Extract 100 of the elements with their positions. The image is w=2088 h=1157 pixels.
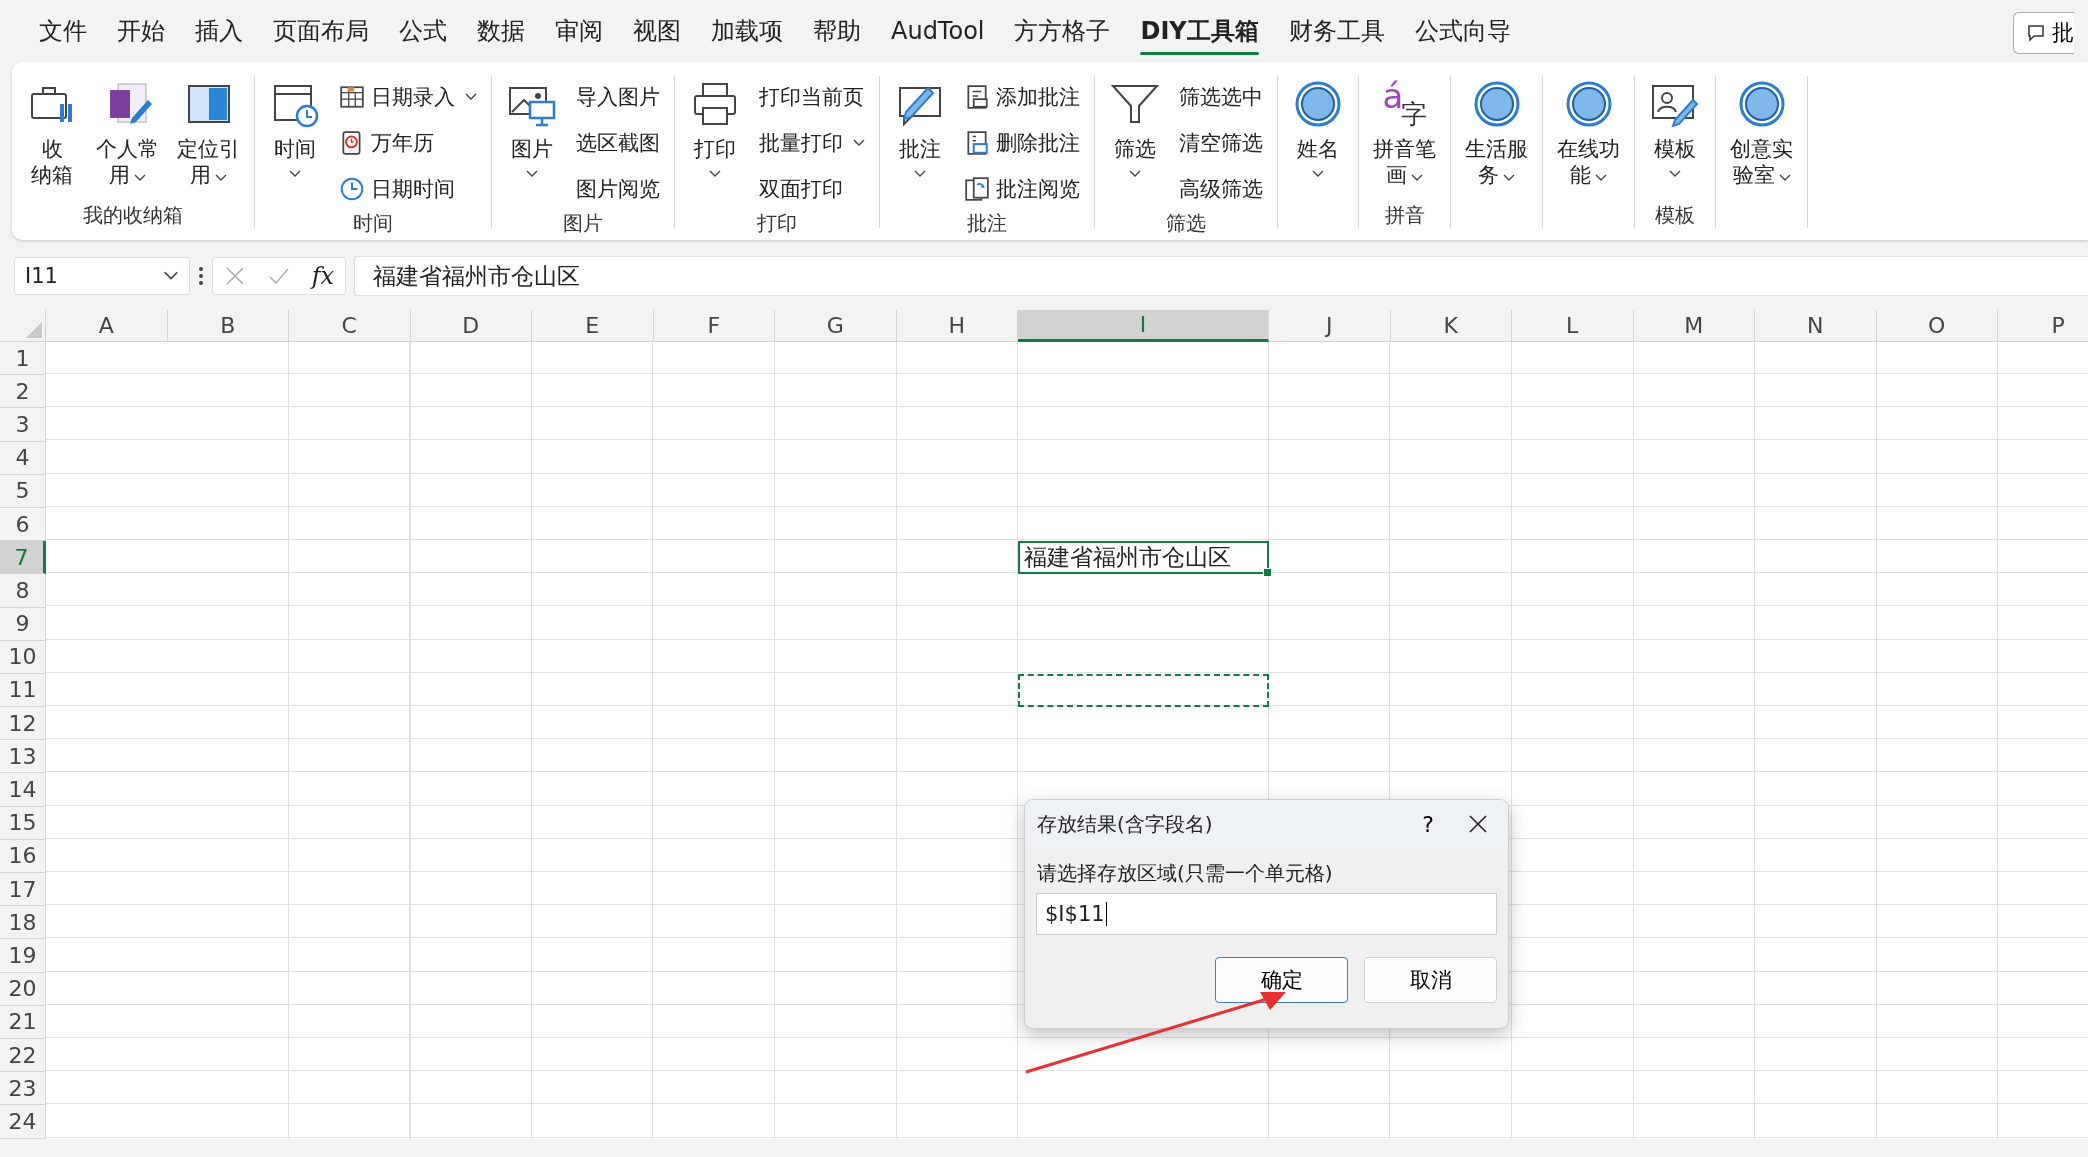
row-header[interactable]: 15 — [0, 806, 46, 840]
row-header[interactable]: 6 — [0, 507, 46, 542]
column-header[interactable]: J — [1269, 310, 1391, 342]
ribbon-tab[interactable]: 审阅 — [540, 9, 618, 53]
column-header[interactable]: A — [46, 310, 168, 342]
row-header[interactable]: 13 — [0, 740, 46, 774]
row-header[interactable]: 17 — [0, 873, 46, 907]
row-header[interactable]: 18 — [0, 906, 46, 940]
group-label: 打印 — [756, 210, 798, 236]
group-label: 拼音 — [1383, 202, 1426, 228]
cancel-icon[interactable] — [223, 265, 246, 287]
column-header[interactable]: G — [775, 310, 897, 342]
ribbon-button[interactable]: 万年历 — [333, 122, 483, 164]
more-icon[interactable] — [198, 265, 204, 287]
ribbon-button[interactable]: 添加批注 — [958, 76, 1086, 118]
ribbon-button[interactable]: 个人常 用 — [90, 76, 165, 190]
ribbon-button[interactable]: 双面打印 — [753, 168, 871, 210]
ribbon-button[interactable]: 图片阅览 — [570, 168, 666, 210]
row-header[interactable]: 21 — [0, 1005, 46, 1039]
row-header[interactable]: 9 — [0, 607, 46, 641]
column-header[interactable]: C — [289, 310, 411, 342]
column-header[interactable]: L — [1512, 310, 1634, 342]
range-field[interactable]: $I$11 — [1036, 893, 1497, 935]
comments-button[interactable]: 批 — [2013, 12, 2074, 54]
ribbon-tab[interactable]: 视图 — [618, 9, 696, 53]
tool-icon — [339, 176, 365, 202]
group-label: 筛选 — [1165, 210, 1207, 236]
row-header[interactable]: 16 — [0, 839, 46, 873]
ribbon-button[interactable]: 批量打印 — [753, 122, 871, 164]
row-header[interactable]: 5 — [0, 474, 46, 508]
ribbon-button[interactable]: 打印当前页 — [753, 76, 871, 118]
ribbon-tab[interactable]: 文件 — [24, 9, 102, 53]
caret-icon — [163, 271, 179, 281]
column-header[interactable]: B — [167, 310, 289, 342]
ribbon-button[interactable]: 批注阅览 — [958, 168, 1086, 210]
row-header[interactable]: 12 — [0, 707, 46, 741]
row-header[interactable]: 23 — [0, 1072, 46, 1106]
ribbon-button[interactable]: 高级筛选 — [1173, 168, 1269, 210]
ribbon-tab[interactable]: AudTool — [876, 11, 1000, 51]
ribbon-button[interactable]: 批注 — [888, 76, 952, 180]
ribbon-tab[interactable]: 插入 — [180, 9, 258, 53]
row-header[interactable]: 24 — [0, 1105, 46, 1139]
ribbon-button[interactable]: 姓名 — [1286, 76, 1350, 180]
ribbon-button[interactable]: 删除批注 — [958, 122, 1086, 164]
ribbon-tab[interactable]: 公式向导 — [1399, 9, 1526, 53]
row-header[interactable]: 20 — [0, 972, 46, 1006]
ribbon-tab[interactable]: 方方格子 — [999, 9, 1126, 53]
insert-function-button[interactable]: fx — [311, 262, 335, 290]
column-header[interactable]: H — [896, 310, 1018, 342]
row-header[interactable]: 1 — [0, 342, 46, 376]
row-header[interactable]: 14 — [0, 773, 46, 807]
ribbon-tab[interactable]: 开始 — [102, 9, 180, 53]
ribbon-tab[interactable]: 数据 — [462, 9, 540, 53]
ribbon-tab[interactable]: 页面布局 — [258, 9, 384, 53]
column-header[interactable]: D — [410, 310, 532, 342]
column-header[interactable]: E — [532, 310, 654, 342]
ribbon-tab[interactable]: 财务工具 — [1273, 9, 1400, 53]
ribbon-button[interactable]: 日期时间 — [333, 168, 483, 210]
row-header[interactable]: 22 — [0, 1038, 46, 1073]
ribbon-tab[interactable]: 加载项 — [696, 9, 798, 53]
column-header[interactable]: K — [1390, 310, 1512, 342]
column-header[interactable]: O — [1876, 310, 1998, 342]
column-header[interactable]: N — [1755, 310, 1877, 342]
ribbon-button[interactable]: 在线功 能 — [1551, 76, 1626, 190]
ribbon-button[interactable]: 清空筛选 — [1173, 122, 1269, 164]
active-cell[interactable]: 福建省福州市仓山区 — [1018, 541, 1269, 575]
formula-field[interactable]: 福建省福州市仓山区 — [354, 256, 2088, 296]
row-header[interactable]: 10 — [0, 640, 46, 674]
ok-button[interactable]: 确定 — [1215, 957, 1348, 1003]
ribbon-button[interactable]: 时间 — [263, 76, 327, 180]
ribbon-button[interactable]: 创意实 验室 — [1724, 76, 1799, 190]
row-header[interactable]: 19 — [0, 939, 46, 973]
name-box[interactable]: I11 — [14, 257, 190, 295]
ribbon-button[interactable]: 收 纳箱 — [20, 76, 84, 190]
ribbon-button[interactable]: 模板 — [1643, 76, 1707, 180]
ribbon-tab[interactable]: DIY工具箱 — [1125, 9, 1274, 53]
ribbon-button[interactable]: 筛选 — [1103, 76, 1167, 180]
fill-handle[interactable] — [1263, 568, 1272, 578]
column-header[interactable]: F — [653, 310, 775, 342]
help-button[interactable]: ? — [1408, 810, 1448, 838]
column-header[interactable]: M — [1633, 310, 1755, 342]
column-header[interactable]: P — [1998, 310, 2088, 342]
ribbon-button[interactable]: 筛选选中 — [1173, 76, 1269, 118]
triangle-icon — [26, 322, 42, 338]
ribbon-button[interactable]: 定位引 用 — [171, 76, 246, 190]
cancel-button[interactable]: 取消 — [1364, 957, 1497, 1003]
ribbon-button[interactable]: 图片 — [500, 76, 564, 180]
ribbon-tab[interactable]: 公式 — [384, 9, 462, 53]
ribbon-button[interactable]: 日期录入 — [333, 76, 483, 118]
ribbon-button[interactable]: 生活服 务 — [1459, 76, 1534, 190]
row-header[interactable]: 4 — [0, 441, 46, 475]
ribbon-button[interactable]: 导入图片 — [570, 76, 666, 118]
tool-icon — [964, 130, 990, 156]
ribbon-tab[interactable]: 帮助 — [798, 9, 876, 53]
row-header[interactable]: 8 — [0, 574, 46, 608]
row-header[interactable]: 2 — [0, 375, 46, 409]
ribbon-button[interactable]: 打印 — [683, 76, 747, 180]
row-header[interactable]: 3 — [0, 408, 46, 442]
ribbon-button[interactable]: 选区截图 — [570, 122, 666, 164]
row-header[interactable]: 11 — [0, 673, 46, 708]
